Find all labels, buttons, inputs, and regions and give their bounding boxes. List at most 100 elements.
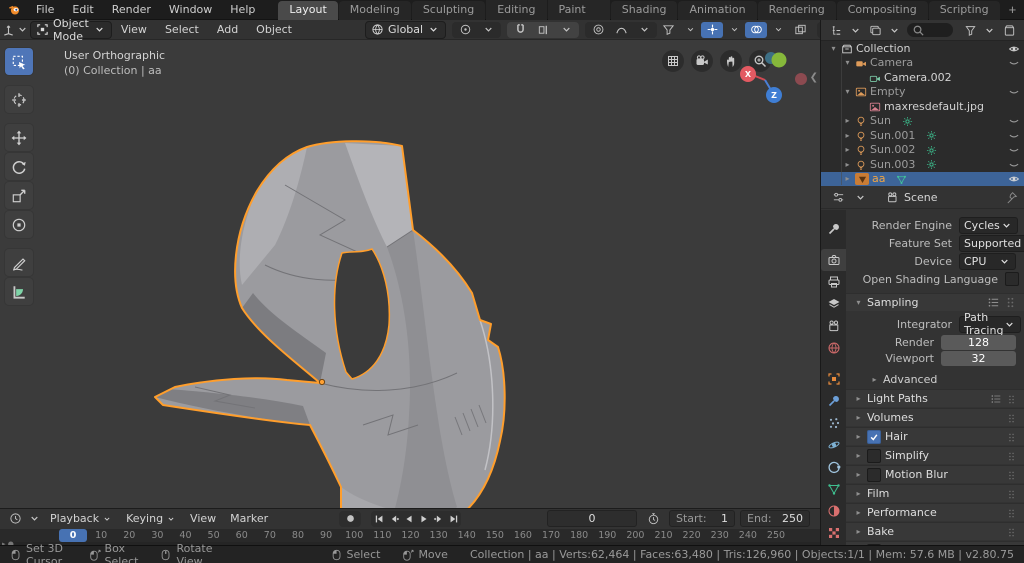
workspace-tab-texture-paint[interactable]: Texture Paint bbox=[547, 0, 610, 20]
tool-move[interactable] bbox=[5, 124, 33, 151]
properties-tab-tool[interactable] bbox=[821, 218, 846, 240]
properties-tab-particles[interactable] bbox=[821, 412, 846, 434]
properties-tab-world[interactable] bbox=[821, 337, 846, 359]
workspace-tab-animation[interactable]: Animation bbox=[678, 0, 757, 20]
frame-end-field[interactable]: End: 250 bbox=[740, 510, 810, 527]
properties-tab-modifiers[interactable] bbox=[821, 390, 846, 412]
panel-hair[interactable]: ▸ Hair bbox=[846, 427, 1024, 445]
overlays-button[interactable] bbox=[745, 21, 768, 38]
chevron-down-icon[interactable] bbox=[633, 22, 655, 38]
simplify-checkbox[interactable] bbox=[867, 448, 881, 463]
outliner-row-aa[interactable]: ▸ aa bbox=[821, 171, 1024, 186]
proportional-edit-button[interactable] bbox=[587, 22, 609, 38]
outliner-row-maxresdefault-jpg[interactable]: maxresdefault.jpg bbox=[821, 99, 1024, 114]
expander-arrow[interactable]: ▾ bbox=[829, 44, 838, 53]
outliner-row-collection[interactable]: ▾ Collection bbox=[821, 41, 1024, 56]
viewport-menu-view[interactable]: View bbox=[112, 23, 156, 36]
panel-bake[interactable]: ▸ Bake bbox=[846, 522, 1024, 540]
frame-start-field[interactable]: Start: 1 bbox=[669, 510, 735, 527]
expander-arrow[interactable]: ▸ bbox=[843, 131, 852, 140]
chevron-down-icon[interactable] bbox=[723, 22, 745, 38]
panel-sampling[interactable]: ▾ Sampling bbox=[846, 293, 1024, 311]
prev-keyframe-button[interactable] bbox=[386, 511, 401, 527]
outliner-row-sun-001[interactable]: ▸ Sun.001 bbox=[821, 128, 1024, 143]
osl-checkbox[interactable] bbox=[1005, 272, 1019, 286]
workspace-tab-modeling[interactable]: Modeling bbox=[338, 0, 411, 20]
outliner-row-sun-002[interactable]: ▸ Sun.002 bbox=[821, 143, 1024, 158]
drag-dots-icon[interactable] bbox=[1004, 296, 1017, 310]
tool-scale[interactable] bbox=[5, 182, 33, 209]
display-mode-button[interactable] bbox=[864, 22, 886, 38]
play-button[interactable] bbox=[416, 511, 431, 527]
transform-orientation-dropdown[interactable]: Global bbox=[365, 20, 447, 39]
viewport-samples-field[interactable]: 32 bbox=[941, 350, 1016, 366]
panel-simplify[interactable]: ▸ Simplify bbox=[846, 446, 1024, 464]
sidebar-collapse-arrow[interactable]: ❮ bbox=[810, 72, 818, 83]
pivot-point-button[interactable] bbox=[454, 22, 476, 38]
workspace-tab-sculpting[interactable]: Sculpting bbox=[411, 0, 486, 20]
navigation-gizmo[interactable]: X Z bbox=[730, 45, 820, 115]
expander-arrow[interactable]: ▸ bbox=[843, 116, 852, 125]
camera-view-button[interactable] bbox=[691, 50, 713, 72]
gizmo-axis-neg-x[interactable] bbox=[795, 73, 807, 85]
properties-tab-texture[interactable] bbox=[821, 522, 846, 544]
gizmo-toggle-button[interactable] bbox=[701, 21, 724, 38]
workspace-tab-compositing[interactable]: Compositing bbox=[836, 0, 928, 20]
hide-toggle[interactable] bbox=[1008, 172, 1020, 185]
expander-arrow[interactable]: ▸ bbox=[843, 160, 852, 169]
hide-toggle[interactable] bbox=[1008, 56, 1020, 69]
chevron-down-icon[interactable] bbox=[983, 23, 996, 37]
viewport-3d[interactable]: User Orthographic (0) Collection | aa X … bbox=[0, 40, 820, 508]
hide-toggle[interactable] bbox=[1008, 42, 1020, 55]
tool-rotate[interactable] bbox=[5, 153, 33, 180]
chevron-down-icon[interactable] bbox=[555, 22, 577, 38]
properties-editor-button[interactable] bbox=[827, 189, 849, 205]
workspace-tab-uv-editing[interactable]: UV Editing bbox=[486, 0, 547, 20]
hide-toggle[interactable] bbox=[1008, 129, 1020, 142]
device-dropdown[interactable]: CPU bbox=[959, 252, 1016, 270]
tool-cursor[interactable] bbox=[5, 86, 33, 113]
timeline-menu-keying[interactable]: Keying bbox=[119, 512, 183, 525]
chevron-down-icon[interactable] bbox=[888, 23, 901, 37]
timeline-menu-view[interactable]: View bbox=[183, 512, 223, 525]
hide-toggle[interactable] bbox=[1008, 143, 1020, 156]
chevron-down-icon[interactable] bbox=[28, 512, 41, 526]
properties-tab-scene[interactable] bbox=[821, 315, 846, 337]
integrator-dropdown[interactable]: Path Tracing bbox=[959, 311, 1022, 337]
use-preview-range-button[interactable] bbox=[642, 511, 664, 527]
properties-tab-view-layer[interactable] bbox=[821, 293, 846, 315]
hide-toggle[interactable] bbox=[1008, 85, 1020, 98]
falloff-curve-button[interactable] bbox=[610, 22, 632, 38]
blender-logo[interactable] bbox=[8, 3, 21, 17]
preset-icon[interactable] bbox=[987, 296, 1000, 310]
feature-set-dropdown[interactable]: Supported bbox=[959, 234, 1024, 252]
hair-checkbox[interactable] bbox=[867, 429, 881, 444]
new-collection-button[interactable] bbox=[998, 22, 1020, 38]
menu-help[interactable]: Help bbox=[221, 0, 264, 19]
properties-tab-object-data[interactable] bbox=[821, 478, 846, 500]
panel-light-paths[interactable]: ▸ Light Paths bbox=[846, 389, 1024, 407]
grid-view-button[interactable] bbox=[662, 50, 684, 72]
properties-tab-object[interactable] bbox=[821, 368, 846, 390]
auto-key-button[interactable] bbox=[339, 510, 362, 527]
gizmo-axis-y[interactable] bbox=[771, 52, 787, 68]
mode-dropdown[interactable]: Object Mode bbox=[30, 17, 112, 43]
outliner-row-sun[interactable]: ▸ Sun bbox=[821, 114, 1024, 129]
expander-arrow[interactable]: ▾ bbox=[843, 87, 852, 96]
panel-performance[interactable]: ▸ Performance bbox=[846, 503, 1024, 521]
properties-tab-output[interactable] bbox=[821, 271, 846, 293]
timeline-editor-button[interactable] bbox=[4, 511, 26, 527]
timeline-menu-playback[interactable]: Playback bbox=[43, 512, 119, 525]
viewport-menu-add[interactable]: Add bbox=[208, 23, 247, 36]
panel-film[interactable]: ▸ Film bbox=[846, 484, 1024, 502]
menu-render[interactable]: Render bbox=[103, 0, 160, 19]
jump-end-button[interactable] bbox=[446, 511, 461, 527]
workspace-tab-scripting[interactable]: Scripting bbox=[928, 0, 1000, 20]
workspace-tab-layout[interactable]: Layout bbox=[278, 0, 338, 20]
outliner-row-sun-003[interactable]: ▸ Sun.003 bbox=[821, 157, 1024, 172]
properties-tab-render[interactable] bbox=[821, 249, 846, 271]
chevron-down-icon[interactable] bbox=[849, 23, 862, 37]
object-origin-dot[interactable] bbox=[318, 378, 326, 386]
viewport-menu-select[interactable]: Select bbox=[156, 23, 208, 36]
panel-volumes[interactable]: ▸ Volumes bbox=[846, 408, 1024, 426]
